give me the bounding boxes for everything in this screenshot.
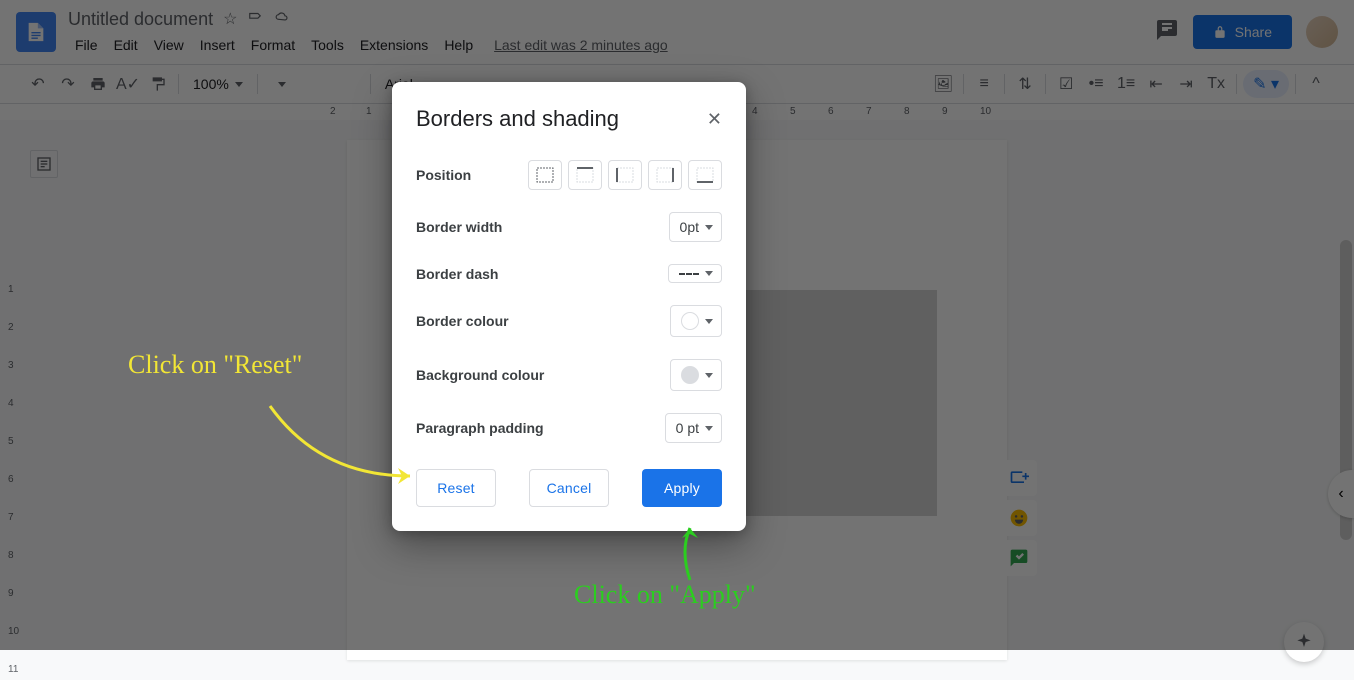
menu-edit[interactable]: Edit xyxy=(107,33,145,57)
border-dash-label: Border dash xyxy=(416,266,498,282)
add-comment-icon[interactable] xyxy=(1001,460,1037,496)
bulleted-list-icon[interactable]: •≡ xyxy=(1082,70,1110,98)
chevron-up-icon[interactable]: ^ xyxy=(1302,70,1330,98)
indent-increase-icon[interactable]: ⇥ xyxy=(1172,70,1200,98)
comment-history-icon[interactable] xyxy=(1155,18,1179,47)
share-label: Share xyxy=(1235,24,1272,40)
border-colour-label: Border colour xyxy=(416,313,509,329)
background-colour-select[interactable] xyxy=(670,359,722,391)
menu-bar: File Edit View Insert Format Tools Exten… xyxy=(68,32,1155,58)
menu-format[interactable]: Format xyxy=(244,33,302,57)
outline-icon[interactable] xyxy=(30,150,58,178)
move-icon[interactable] xyxy=(247,10,263,29)
lock-icon xyxy=(1213,25,1227,39)
close-icon[interactable]: ✕ xyxy=(707,109,722,130)
numbered-list-icon[interactable]: 1≡ xyxy=(1112,70,1140,98)
menu-extensions[interactable]: Extensions xyxy=(353,33,435,57)
paragraph-padding-label: Paragraph padding xyxy=(416,420,544,436)
border-colour-select[interactable] xyxy=(670,305,722,337)
border-left-icon[interactable] xyxy=(608,160,642,190)
star-icon[interactable]: ☆ xyxy=(223,9,237,29)
background-colour-label: Background colour xyxy=(416,367,544,383)
undo-icon[interactable]: ↶ xyxy=(24,70,52,98)
border-all-icon[interactable] xyxy=(528,160,562,190)
editing-mode-icon[interactable]: ✎ ▾ xyxy=(1243,70,1289,98)
print-icon[interactable] xyxy=(84,70,112,98)
border-width-label: Border width xyxy=(416,219,502,235)
cancel-button[interactable]: Cancel xyxy=(529,469,609,507)
docs-logo[interactable] xyxy=(16,12,56,52)
suggest-edit-icon[interactable] xyxy=(1001,540,1037,576)
paint-format-icon[interactable] xyxy=(144,70,172,98)
style-select[interactable] xyxy=(264,78,364,91)
emoji-icon[interactable] xyxy=(1001,500,1037,536)
user-avatar[interactable] xyxy=(1306,16,1338,48)
share-button[interactable]: Share xyxy=(1193,15,1292,49)
menu-tools[interactable]: Tools xyxy=(304,33,351,57)
position-label: Position xyxy=(416,167,471,183)
last-edit-link[interactable]: Last edit was 2 minutes ago xyxy=(494,37,668,53)
position-group xyxy=(528,160,722,190)
border-dash-select[interactable] xyxy=(668,264,722,283)
apply-button[interactable]: Apply xyxy=(642,469,722,507)
menu-view[interactable]: View xyxy=(147,33,191,57)
app-header: Untitled document ☆ File Edit View Inser… xyxy=(0,0,1354,64)
menu-insert[interactable]: Insert xyxy=(193,33,242,57)
spellcheck-icon[interactable]: A✓ xyxy=(114,70,142,98)
document-title[interactable]: Untitled document xyxy=(68,9,213,30)
insert-image-icon[interactable]: 🖼 xyxy=(929,70,957,98)
border-width-select[interactable]: 0pt xyxy=(669,212,722,242)
redo-icon[interactable]: ↷ xyxy=(54,70,82,98)
explore-fab[interactable] xyxy=(1284,622,1324,662)
indent-decrease-icon[interactable]: ⇤ xyxy=(1142,70,1170,98)
line-spacing-icon[interactable]: ⇅ xyxy=(1011,70,1039,98)
border-bottom-icon[interactable] xyxy=(688,160,722,190)
menu-file[interactable]: File xyxy=(68,33,105,57)
checklist-icon[interactable]: ☑ xyxy=(1052,70,1080,98)
border-top-icon[interactable] xyxy=(568,160,602,190)
clear-format-icon[interactable]: Tx xyxy=(1202,70,1230,98)
zoom-select[interactable]: 100% xyxy=(185,72,251,96)
paragraph-padding-select[interactable]: 0 pt xyxy=(665,413,722,443)
borders-shading-dialog: Borders and shading ✕ Position Border wi… xyxy=(392,82,746,531)
menu-help[interactable]: Help xyxy=(437,33,480,57)
border-right-icon[interactable] xyxy=(648,160,682,190)
cloud-icon[interactable] xyxy=(273,10,291,29)
reset-button[interactable]: Reset xyxy=(416,469,496,507)
align-icon[interactable]: ≡ xyxy=(970,70,998,98)
dialog-title: Borders and shading xyxy=(416,106,619,132)
